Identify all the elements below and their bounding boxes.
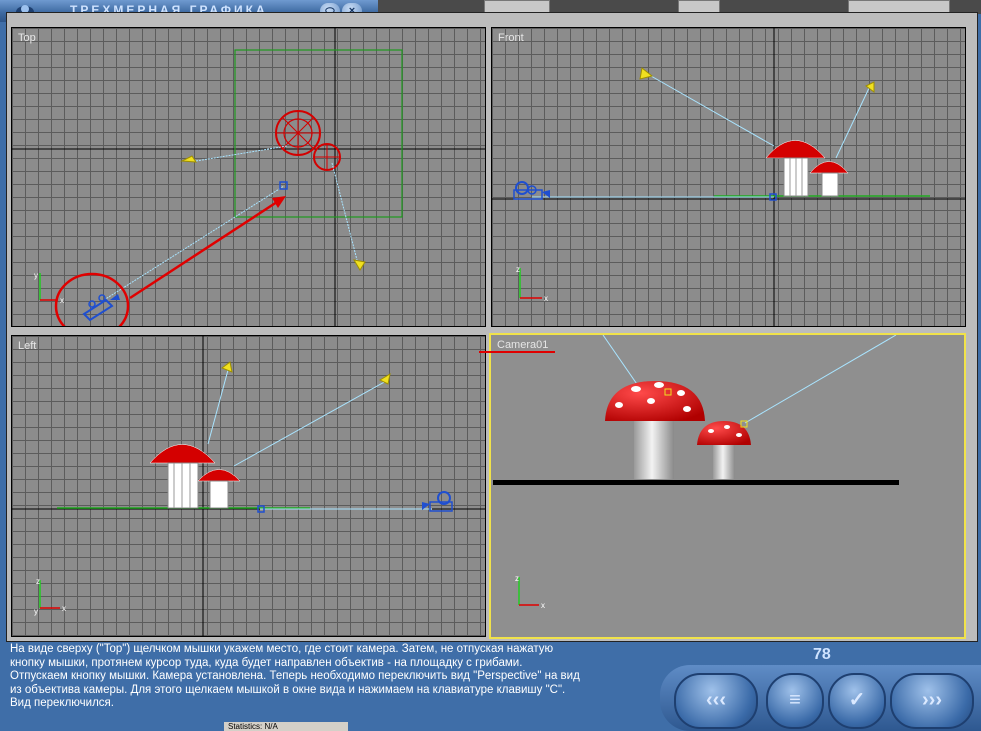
annotation-underline [479,351,555,353]
viewport-area: y x Top z x Front z y x Left z x Camera0… [6,12,978,642]
mushroom-small-top [313,143,341,171]
camera-icon [513,181,550,200]
light-icon [353,259,366,271]
camera-icon [422,491,453,512]
viewport-camera[interactable]: z x Camera01 [489,333,966,639]
mushroom-small-render [697,421,751,479]
top-view-scene: y x [12,28,485,326]
axis-label-z: z [36,577,40,586]
statistics-status: Statistics: N/A [224,722,348,731]
axis-label-z: z [515,574,519,583]
viewport-label-front: Front [498,32,524,44]
instruction-text: На виде сверху ("Top") щелчком мышки ука… [10,643,650,711]
axis-label-y: y [34,607,38,616]
instruction-line: На виде сверху ("Top") щелчком мышки ука… [10,643,554,655]
check-button[interactable]: ✓ [828,673,886,729]
axis-label-x: x [541,601,545,610]
axis-label-x: x [544,294,548,303]
instruction-line: кнопку мышки, протянем курсор туда, куда… [10,656,523,669]
viewport-label-left: Left [18,340,37,352]
viewport-top[interactable]: y x Top [11,27,486,327]
next-page-button[interactable]: ››› [890,673,974,729]
viewport-front[interactable]: z x Front [491,27,966,327]
camera-view-scene: z x [493,335,899,610]
mushroom-small-front [809,161,849,197]
instruction-line: из объектива камеры. Для этого щелкаем м… [10,683,566,696]
instruction-line: Вид переключился. [10,697,114,709]
application-window: ТРЕХМЕРНАЯ ГРАФИКА ⬭ × y x Top z x Front… [0,0,981,731]
instruction-line: Отпускаем кнопку мышки. Камера установле… [10,670,580,682]
navigation-bar: ‹‹‹ ≡ ✓ ››› [660,665,981,731]
mushroom-large-top [275,110,321,156]
menu-button[interactable]: ≡ [766,673,824,729]
axis-label-x: x [62,604,66,613]
annotation-arrow [129,198,281,300]
axis-label-z: z [516,265,520,274]
previous-page-button[interactable]: ‹‹‹ [674,673,758,729]
left-view-scene: z y x [12,336,485,636]
mushroom-small-left [197,469,241,509]
axis-label-y: y [34,271,38,280]
mushroom-large-render [605,381,705,479]
light-icon [180,155,197,163]
axis-label-x: x [60,296,64,305]
viewport-left[interactable]: z y x Left [11,335,486,637]
front-view-scene: z x [492,28,965,326]
camera-icon [82,294,120,322]
ground-plane [493,480,899,485]
axis-gizmo [39,273,58,301]
viewport-label-top: Top [18,32,36,44]
page-number: 78 [813,646,831,663]
